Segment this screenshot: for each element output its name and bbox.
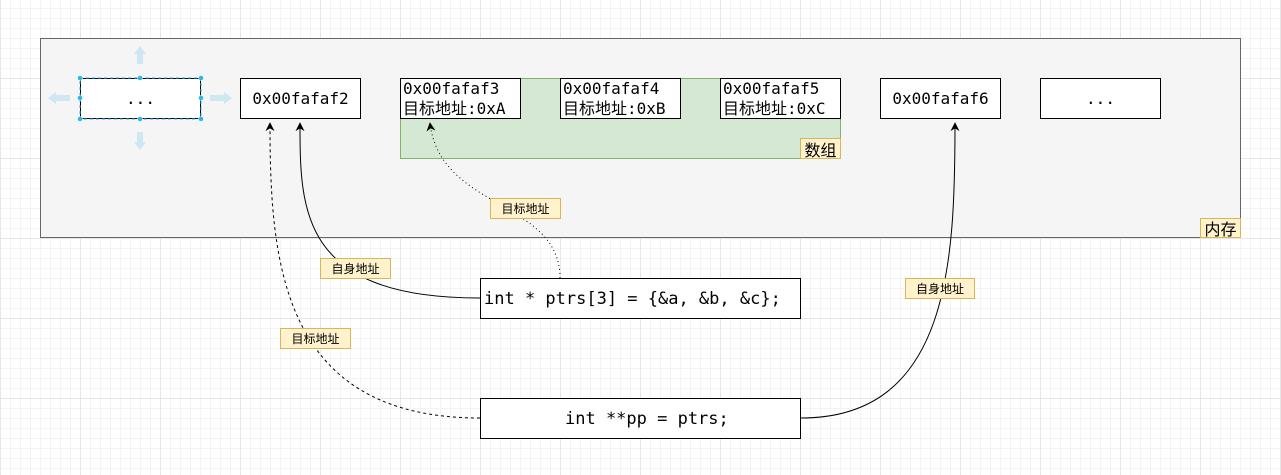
selection-handles[interactable] [48, 46, 232, 150]
diagram-connectors [48, 46, 960, 419]
edge-label-target-array: 目标地址 [490, 198, 561, 219]
edge-label-target-pp: 目标地址 [280, 328, 351, 349]
edge-label-self-ptrs: 自身地址 [320, 258, 391, 279]
edge-pp-self-address[interactable] [800, 122, 960, 419]
edge-label-self-pp: 自身地址 [905, 278, 975, 299]
